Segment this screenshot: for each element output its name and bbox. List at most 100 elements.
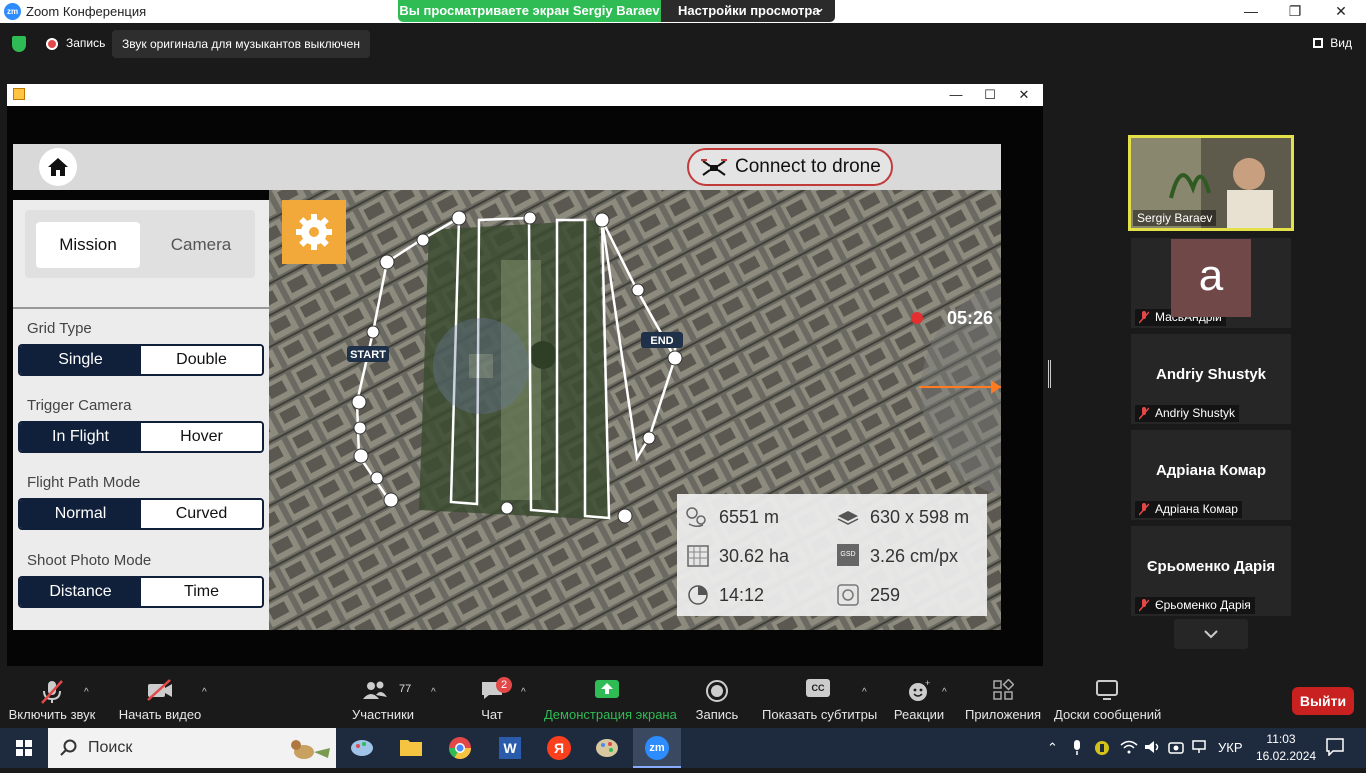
leave-meeting-button[interactable]: Выйти: [1292, 687, 1354, 715]
connect-drone-button[interactable]: Connect to drone: [687, 148, 893, 186]
grid-type-double[interactable]: Double: [141, 346, 262, 374]
participant-tile-andriy-shustyk[interactable]: Andriy Shustyk Andriy Shustyk: [1131, 334, 1291, 424]
tray-wifi-icon[interactable]: [1120, 740, 1138, 757]
start-label: START: [350, 349, 386, 361]
flight-path-mode-toggle: Normal Curved: [18, 498, 264, 530]
drone-icon: [701, 159, 727, 176]
participant-video-sergiy[interactable]: Sergiy Baraev: [1128, 135, 1294, 231]
chrome-icon: [449, 737, 471, 759]
panel-resize-handle[interactable]: [1048, 360, 1051, 388]
taskbar-app-yandex[interactable]: Я: [534, 728, 582, 768]
mic-muted-icon: [1139, 599, 1149, 612]
share-screen-button[interactable]: Демонстрация экрана: [544, 667, 677, 728]
trigger-in-flight[interactable]: In Flight: [20, 423, 141, 451]
video-off-icon: [147, 679, 172, 701]
taskbar-clock[interactable]: 11:03 16.02.2024: [1256, 731, 1316, 765]
distance-pin-icon: [686, 507, 706, 528]
audio-options-caret[interactable]: ^: [84, 687, 89, 698]
taskbar-app-palette[interactable]: [583, 728, 631, 768]
photo-mode-distance[interactable]: Distance: [20, 578, 141, 606]
taskbar-search[interactable]: Поиск: [48, 728, 336, 768]
start-video-button[interactable]: Начать видео: [112, 667, 208, 728]
settings-button[interactable]: [282, 200, 346, 264]
tray-security-icon[interactable]: [1094, 740, 1110, 759]
zoom-title-bar: zm Zoom Конференция Вы просматриваете эк…: [0, 0, 1366, 23]
app-top-bar: Connect to drone: [13, 144, 1001, 190]
tray-microphone-icon[interactable]: [1072, 740, 1082, 759]
photo-mode-time[interactable]: Time: [141, 578, 262, 606]
reactions-options-caret[interactable]: ^: [942, 687, 947, 698]
shoot-photo-mode-toggle: Distance Time: [18, 576, 264, 608]
view-button[interactable]: Вид: [1312, 36, 1352, 50]
taskbar-app-zoom[interactable]: zm: [633, 728, 681, 768]
meeting-info-row: Запись Звук оригинала для музыкантов вык…: [0, 23, 1366, 65]
share-screen-icon: [595, 680, 619, 698]
window-title: Zoom Конференция: [26, 4, 147, 19]
shared-maximize-button[interactable]: ☐: [973, 84, 1007, 106]
tab-camera[interactable]: Camera: [149, 222, 253, 268]
mic-muted-icon: [41, 680, 63, 704]
taskbar-app-paint[interactable]: [338, 728, 386, 768]
restore-button[interactable]: ❐: [1272, 0, 1318, 23]
taskbar-app-word[interactable]: W: [485, 728, 533, 768]
flight-path-mode-label: Flight Path Mode: [27, 474, 141, 491]
trigger-camera-label: Trigger Camera: [27, 397, 132, 414]
tray-language[interactable]: УКР: [1218, 740, 1243, 755]
view-settings-dropdown[interactable]: Настройки просмотра ⌄: [661, 0, 835, 22]
tray-camera-icon[interactable]: [1168, 740, 1184, 757]
path-mode-normal[interactable]: Normal: [20, 500, 141, 528]
participants-button[interactable]: 77 Участники: [350, 667, 416, 728]
tray-volume-icon[interactable]: [1144, 740, 1162, 757]
view-label: Вид: [1330, 36, 1352, 50]
mission-side-panel: Mission Camera Grid Type Single Double T…: [13, 200, 269, 630]
shared-screen: — ☐ ✕ Connect to drone START END 05:26 M…: [7, 84, 1043, 666]
chat-button[interactable]: 2 Чат: [470, 667, 514, 728]
start-button[interactable]: [0, 728, 48, 768]
dimensions-value: 630 x 598 m: [870, 507, 970, 527]
show-captions-label: Показать субтитры: [762, 707, 878, 722]
apps-button[interactable]: Приложения: [964, 667, 1042, 728]
shared-minimize-button[interactable]: —: [939, 84, 973, 106]
encryption-shield-icon[interactable]: [12, 36, 26, 52]
zoom-app-icon: zm: [645, 736, 669, 760]
tray-network-icon[interactable]: [1192, 740, 1206, 757]
participant-tile-yeromenko-daria[interactable]: Єрьоменко Дарія Єрьоменко Дарія: [1131, 526, 1291, 616]
reactions-label: Реакции: [893, 707, 945, 722]
folder-icon: [400, 740, 422, 756]
clock-time: 11:03: [1266, 732, 1296, 746]
recording-label[interactable]: Запись: [66, 36, 105, 50]
shared-close-button[interactable]: ✕: [1007, 84, 1041, 106]
minimize-button[interactable]: —: [1228, 0, 1274, 23]
participant-display-name: Адріана Комар: [1155, 462, 1267, 479]
participants-label: Участники: [351, 707, 415, 722]
original-sound-notice: Звук оригинала для музыкантов выключен: [112, 30, 370, 58]
photo-count-icon: [837, 584, 859, 606]
record-button[interactable]: Запись: [690, 667, 744, 728]
taskbar-app-explorer[interactable]: [387, 728, 435, 768]
participants-options-caret[interactable]: ^: [431, 687, 436, 698]
bird-decoration-icon: [291, 740, 330, 759]
apps-label: Приложения: [964, 707, 1042, 722]
record-icon: [706, 680, 728, 702]
participant-tile-adriana-komar[interactable]: Адріана Комар Адріана Комар: [1131, 430, 1291, 520]
whiteboards-button[interactable]: Доски сообщений: [1054, 667, 1161, 728]
gallery-next-page-button[interactable]: [1174, 619, 1248, 649]
chevron-down-icon: [1204, 630, 1218, 639]
captions-options-caret[interactable]: ^: [862, 687, 867, 698]
tab-mission[interactable]: Mission: [36, 222, 140, 268]
participants-count: 77: [399, 683, 412, 695]
path-mode-curved[interactable]: Curved: [141, 500, 262, 528]
show-captions-button[interactable]: CC Показать субтитры: [762, 667, 878, 728]
taskbar-app-chrome[interactable]: [436, 728, 484, 768]
home-button[interactable]: [39, 148, 77, 186]
notifications-icon[interactable]: [1326, 738, 1344, 759]
grid-type-single[interactable]: Single: [20, 346, 141, 374]
close-button[interactable]: ✕: [1318, 0, 1364, 23]
connect-drone-label: Connect to drone: [735, 156, 881, 177]
chat-options-caret[interactable]: ^: [521, 687, 526, 698]
trigger-hover[interactable]: Hover: [141, 423, 262, 451]
reactions-button[interactable]: + Реакции: [892, 667, 946, 728]
tray-show-hidden-icon[interactable]: ⌃: [1047, 740, 1058, 756]
video-options-caret[interactable]: ^: [202, 687, 207, 698]
shoot-photo-mode-label: Shoot Photo Mode: [27, 552, 152, 569]
